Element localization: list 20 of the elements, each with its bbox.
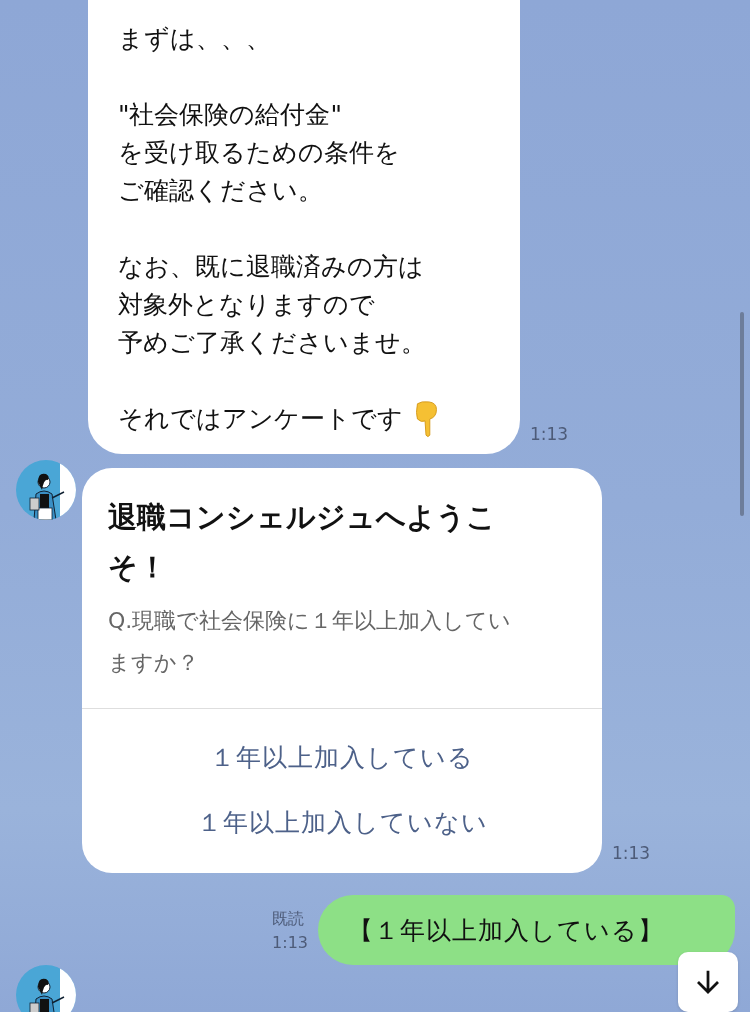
avatar-illustration[interactable] bbox=[16, 460, 76, 520]
message-text: 予めご了承くださいませ。 bbox=[118, 327, 426, 359]
message-text: なお、既に退職済みの方は bbox=[118, 251, 424, 283]
timestamp: 1:13 bbox=[612, 843, 651, 863]
message-text: "社会保険の給付金" bbox=[118, 99, 342, 131]
answer-option[interactable]: １年以上加入している bbox=[82, 725, 602, 790]
avatar-illustration[interactable] bbox=[16, 965, 76, 1012]
timestamp: 1:13 bbox=[530, 424, 569, 444]
message-text: まずは、、、 bbox=[118, 23, 271, 55]
message-text: 対象外となりますので bbox=[118, 289, 375, 321]
scroll-down-button[interactable] bbox=[678, 952, 738, 1012]
timestamp: 1:13 bbox=[272, 932, 308, 954]
answer-option[interactable]: １年以上加入していない bbox=[82, 790, 602, 855]
message-text: それではアンケートです bbox=[118, 403, 403, 435]
card-title: 退職コンシェルジュへようこそ！ bbox=[108, 499, 497, 586]
question-text: Q.現職で社会保険に１年以上加入していますか？ bbox=[108, 607, 513, 677]
message-text: 【１年以上加入している】 bbox=[348, 914, 664, 947]
message-text: ご確認ください。 bbox=[118, 175, 323, 207]
message-text: を受け取るための条件を bbox=[118, 137, 400, 169]
read-receipt: 既読 bbox=[272, 908, 306, 930]
